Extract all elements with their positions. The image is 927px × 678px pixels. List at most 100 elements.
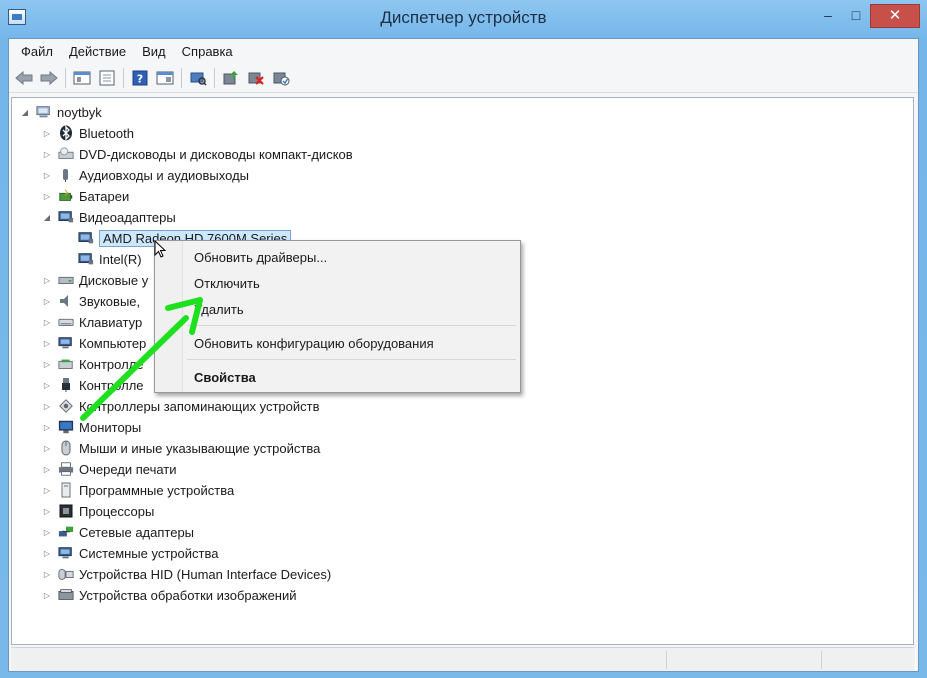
expand-arrow-icon[interactable]: ▷: [42, 276, 52, 285]
properties-icon[interactable]: [96, 67, 118, 89]
expand-arrow-icon[interactable]: ▷: [42, 591, 52, 600]
context-update-driver[interactable]: Обновить драйверы...: [194, 250, 327, 265]
menu-help[interactable]: Справка: [174, 44, 241, 59]
dvd-drive-icon: [58, 146, 74, 162]
collapse-arrow-icon[interactable]: ◢: [42, 213, 52, 222]
keyboard-icon: [58, 314, 74, 330]
network-adapter-icon: [58, 524, 74, 540]
expand-arrow-icon[interactable]: ▷: [42, 171, 52, 180]
expand-arrow-icon[interactable]: ▷: [42, 381, 52, 390]
maximize-button[interactable]: □: [842, 4, 870, 28]
context-scan-hardware[interactable]: Обновить конфигурацию оборудования: [194, 336, 434, 351]
close-button[interactable]: ✕: [870, 4, 920, 28]
expand-arrow-icon[interactable]: ▷: [42, 297, 52, 306]
menu-view[interactable]: Вид: [134, 44, 174, 59]
expand-arrow-icon[interactable]: ▷: [42, 444, 52, 453]
scan-hardware-icon[interactable]: [187, 67, 209, 89]
audio-icon: [58, 167, 74, 183]
minimize-button[interactable]: –: [814, 4, 842, 28]
tree-root[interactable]: ◢ noytbyk: [20, 102, 102, 122]
battery-icon: [58, 188, 74, 204]
window-title: Диспетчер устройств: [380, 8, 547, 27]
context-uninstall[interactable]: Удалить: [194, 302, 244, 317]
expand-arrow-icon[interactable]: ▷: [42, 192, 52, 201]
display-adapter-icon: [78, 230, 94, 246]
tree-item-label: Контролле: [79, 377, 144, 393]
sound-icon: [58, 293, 74, 309]
expand-arrow-icon[interactable]: ▷: [42, 402, 52, 411]
computer-icon: [36, 104, 52, 120]
context-separator: [187, 359, 516, 360]
view-icon[interactable]: [154, 67, 176, 89]
menu-file[interactable]: Файл: [13, 44, 61, 59]
tree-category-item[interactable]: ▷ Процессоры: [42, 501, 154, 521]
tree-category-item[interactable]: ▷ Клавиатур: [42, 312, 142, 332]
expand-arrow-icon[interactable]: ▷: [42, 486, 52, 495]
tree-category-item[interactable]: ▷ Контроллеры запоминающих устройств: [42, 396, 320, 416]
tree-category-item[interactable]: ▷ DVD-дисководы и дисководы компакт-диско…: [42, 144, 353, 164]
expand-arrow-icon[interactable]: ▷: [42, 339, 52, 348]
tree-category-item[interactable]: ▷ Программные устройства: [42, 480, 234, 500]
context-menu: Обновить драйверы... Отключить Удалить О…: [154, 240, 521, 393]
tree-category-item[interactable]: ▷ Устройства обработки изображений: [42, 585, 297, 605]
toolbar: ?: [9, 63, 918, 93]
context-menu-gutter: [155, 241, 183, 392]
collapse-arrow-icon[interactable]: ◢: [20, 108, 30, 117]
tree-item-label: Звуковые,: [79, 293, 141, 309]
tree-category-item[interactable]: ▷ Дисковые у: [42, 270, 148, 290]
enable-device-icon[interactable]: [270, 67, 292, 89]
controller-icon: [58, 356, 74, 372]
tree-item-label: Сетевые адаптеры: [79, 524, 195, 540]
expand-arrow-icon[interactable]: ▷: [42, 549, 52, 558]
tree-category-item[interactable]: ▷ Мониторы: [42, 417, 141, 437]
device-manager-window: Диспетчер устройств – □ ✕ Файл Действие …: [0, 0, 927, 678]
mouse-icon: [58, 440, 74, 456]
status-bar: [11, 647, 914, 671]
display-adapter-icon: [78, 251, 94, 267]
expand-arrow-icon[interactable]: ▷: [42, 150, 52, 159]
expand-arrow-icon[interactable]: ▷: [42, 360, 52, 369]
title-bar[interactable]: Диспетчер устройств – □ ✕: [0, 0, 927, 38]
help-icon[interactable]: ?: [129, 67, 151, 89]
back-icon[interactable]: [13, 67, 35, 89]
tree-category-item[interactable]: ◢ Видеоадаптеры: [42, 207, 176, 227]
context-disable[interactable]: Отключить: [194, 276, 260, 291]
tree-device-item[interactable]: Intel(R): [78, 249, 142, 269]
tree-category-item[interactable]: ▷ Компьютер: [42, 333, 146, 353]
tree-category-item[interactable]: ▷ Аудиовходы и аудиовыходы: [42, 165, 249, 185]
disk-drive-icon: [58, 272, 74, 288]
context-properties[interactable]: Свойства: [194, 370, 256, 385]
menu-action[interactable]: Действие: [61, 44, 134, 59]
tree-item-label: Контролле: [79, 356, 144, 372]
expand-arrow-icon[interactable]: ▷: [42, 528, 52, 537]
tree-category-item[interactable]: ▷ Контролле: [42, 375, 144, 395]
properties-pane-icon[interactable]: [71, 67, 93, 89]
tree-item-label: Bluetooth: [79, 125, 134, 141]
expand-arrow-icon[interactable]: ▷: [42, 318, 52, 327]
tree-category-item[interactable]: ▷ Звуковые,: [42, 291, 140, 311]
status-pane: [666, 651, 821, 669]
tree-category-item[interactable]: ▷ Сетевые адаптеры: [42, 522, 194, 542]
bluetooth-icon: [58, 125, 74, 141]
tree-category-item[interactable]: ▷ Очереди печати: [42, 459, 177, 479]
expand-arrow-icon[interactable]: ▷: [42, 423, 52, 432]
forward-icon[interactable]: [38, 67, 60, 89]
tree-category-item[interactable]: ▷ Системные устройства: [42, 543, 219, 563]
tree-category-item[interactable]: ▷ Мыши и иные указывающие устройства: [42, 438, 320, 458]
tree-category-item[interactable]: ▷ Контролле: [42, 354, 144, 374]
expand-arrow-icon[interactable]: ▷: [42, 129, 52, 138]
update-driver-icon[interactable]: [220, 67, 242, 89]
status-pane: [821, 651, 914, 669]
tree-item-label: Аудиовходы и аудиовыходы: [79, 167, 249, 183]
expand-arrow-icon[interactable]: ▷: [42, 570, 52, 579]
mouse-cursor-icon: [154, 240, 167, 258]
computer-icon: [58, 335, 74, 351]
uninstall-icon[interactable]: [245, 67, 267, 89]
context-separator: [187, 325, 516, 326]
expand-arrow-icon[interactable]: ▷: [42, 507, 52, 516]
expand-arrow-icon[interactable]: ▷: [42, 465, 52, 474]
tree-category-item[interactable]: ▷ Bluetooth: [42, 123, 134, 143]
tree-category-item[interactable]: ▷ Батареи: [42, 186, 129, 206]
tree-category-item[interactable]: ▷ Устройства HID (Human Interface Devices…: [42, 564, 331, 584]
usb-controller-icon: [58, 377, 74, 393]
